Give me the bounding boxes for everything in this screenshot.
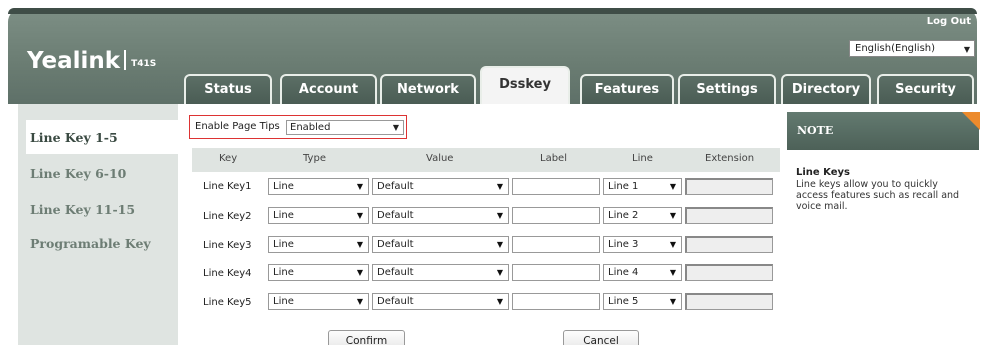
tab-account[interactable]: Account [280, 74, 377, 104]
line-select[interactable]: Line 4 ▼ [603, 264, 682, 281]
logo-brand: Yealink [27, 48, 121, 74]
extension-input[interactable] [685, 207, 773, 224]
type-value: Line [273, 296, 294, 307]
tab-network[interactable]: Network [380, 74, 476, 104]
tab-features[interactable]: Features [580, 74, 674, 104]
header-top-strip [8, 8, 977, 14]
value-select[interactable]: Default ▼ [372, 207, 509, 224]
label-input[interactable] [512, 236, 600, 253]
type-value: Line [273, 181, 294, 192]
label-input[interactable] [512, 207, 600, 224]
extension-input[interactable] [685, 236, 773, 253]
page-tips-select[interactable]: Enabled ▼ [286, 120, 404, 135]
column-header-label: Label [540, 153, 567, 164]
type-select[interactable]: Line ▼ [268, 264, 369, 281]
chevron-down-icon: ▼ [496, 211, 503, 220]
chevron-down-icon: ▼ [356, 297, 363, 306]
type-select[interactable]: Line ▼ [268, 236, 369, 253]
line-select[interactable]: Line 5 ▼ [603, 293, 682, 310]
logo-model: T41S [131, 59, 157, 69]
value-select[interactable]: Default ▼ [372, 178, 509, 195]
table-row-key: Line Key4 [203, 268, 252, 279]
value-value: Default [377, 296, 414, 307]
note-heading: Line Keys [796, 167, 851, 178]
logout-link[interactable]: Log Out [927, 16, 971, 27]
type-value: Line [273, 267, 294, 278]
tab-security[interactable]: Security [877, 74, 974, 104]
sidebar-item-line-key-1-5[interactable]: Line Key 1-5 [30, 130, 118, 145]
value-value: Default [377, 267, 414, 278]
note-corner-icon [962, 112, 980, 130]
cancel-button[interactable]: Cancel [563, 330, 639, 345]
tab-directory[interactable]: Directory [781, 74, 871, 104]
note-text: Line keys allow you to quickly access fe… [796, 179, 960, 212]
line-value: Line 2 [608, 210, 639, 221]
table-row-key: Line Key3 [203, 240, 252, 251]
label-input[interactable] [512, 264, 600, 281]
value-value: Default [377, 181, 414, 192]
value-value: Default [377, 210, 414, 221]
line-value: Line 4 [608, 267, 639, 278]
type-select[interactable]: Line ▼ [268, 207, 369, 224]
chevron-down-icon: ▼ [356, 240, 363, 249]
table-row-key: Line Key1 [203, 181, 252, 192]
chevron-down-icon: ▼ [356, 268, 363, 277]
type-select[interactable]: Line ▼ [268, 293, 369, 310]
yealink-logo: Yealink T41S [27, 48, 156, 74]
extension-input[interactable] [685, 264, 773, 281]
column-header-extension: Extension [705, 153, 755, 164]
sidebar-item-line-key-6-10[interactable]: Line Key 6-10 [30, 166, 126, 181]
table-header [192, 148, 780, 172]
value-select[interactable]: Default ▼ [372, 236, 509, 253]
type-value: Line [273, 210, 294, 221]
line-value: Line 1 [608, 181, 639, 192]
line-value: Line 3 [608, 239, 639, 250]
chevron-down-icon: ▼ [356, 211, 363, 220]
note-title: NOTE [797, 124, 834, 137]
column-header-line: Line [632, 153, 653, 164]
chevron-down-icon: ▼ [669, 182, 676, 191]
column-header-value: Value [426, 153, 454, 164]
extension-input[interactable] [685, 293, 773, 310]
page-tips-label: Enable Page Tips [195, 121, 280, 132]
language-value: English(English) [855, 43, 936, 54]
chevron-down-icon: ▼ [669, 211, 676, 220]
table-row-key: Line Key5 [203, 297, 252, 308]
tab-status[interactable]: Status [184, 74, 272, 104]
web-ui-frame: Yealink T41S Log Out English(English) ▼ St… [0, 0, 981, 345]
language-select[interactable]: English(English) ▼ [849, 40, 975, 57]
type-value: Line [273, 239, 294, 250]
value-select[interactable]: Default ▼ [372, 264, 509, 281]
chevron-down-icon: ▼ [496, 268, 503, 277]
label-input[interactable] [512, 178, 600, 195]
value-value: Default [377, 239, 414, 250]
tab-settings[interactable]: Settings [678, 74, 776, 104]
chevron-down-icon: ▼ [669, 240, 676, 249]
sidebar-item-programable-key[interactable]: Programable Key [30, 236, 151, 251]
value-select[interactable]: Default ▼ [372, 293, 509, 310]
chevron-down-icon: ▼ [963, 45, 970, 54]
column-header-type: Type [303, 153, 326, 164]
confirm-button[interactable]: Confirm [328, 330, 405, 345]
line-value: Line 5 [608, 296, 639, 307]
column-header-key: Key [219, 153, 238, 164]
logo-divider [124, 50, 127, 70]
line-select[interactable]: Line 1 ▼ [603, 178, 682, 195]
chevron-down-icon: ▼ [496, 297, 503, 306]
type-select[interactable]: Line ▼ [268, 178, 369, 195]
chevron-down-icon: ▼ [496, 240, 503, 249]
line-select[interactable]: Line 3 ▼ [603, 236, 682, 253]
chevron-down-icon: ▼ [669, 268, 676, 277]
chevron-down-icon: ▼ [392, 123, 399, 132]
extension-input[interactable] [685, 178, 773, 195]
sidebar-item-line-key-11-15[interactable]: Line Key 11-15 [30, 202, 135, 217]
label-input[interactable] [512, 293, 600, 310]
line-select[interactable]: Line 2 ▼ [603, 207, 682, 224]
page-tips-value: Enabled [290, 122, 331, 133]
table-row-key: Line Key2 [203, 211, 252, 222]
chevron-down-icon: ▼ [669, 297, 676, 306]
chevron-down-icon: ▼ [356, 182, 363, 191]
chevron-down-icon: ▼ [496, 182, 503, 191]
tab-dsskey[interactable]: Dsskey [480, 66, 570, 106]
